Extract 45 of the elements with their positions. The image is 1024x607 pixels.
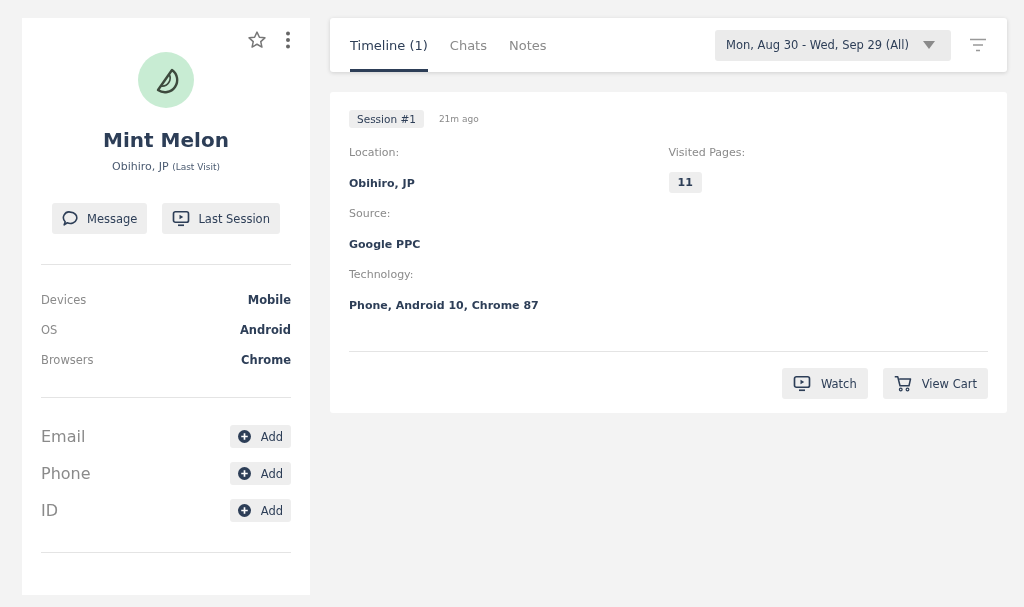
field-label: Visited Pages: — [668, 146, 747, 160]
tab[interactable]: Notes — [509, 18, 547, 72]
attribute-label: OS — [41, 323, 58, 337]
filter-icon[interactable] — [969, 38, 987, 52]
star-icon[interactable] — [247, 30, 267, 50]
session-time: 21m ago — [438, 114, 479, 124]
visited-pages-count: 11 — [668, 172, 702, 193]
add-button[interactable]: Add — [229, 425, 291, 448]
message-button[interactable]: Message — [52, 203, 148, 234]
date-range-dropdown[interactable]: Mon, Aug 30 - Wed, Sep 29 (All) — [715, 29, 951, 61]
session-badge: Session #1 — [349, 110, 424, 128]
attribute-value: Android — [239, 323, 291, 337]
field-value: Obihiro, JP — [349, 177, 416, 191]
field-value: Phone, Android 10, Chrome 87 — [349, 299, 540, 313]
video-screen-icon — [172, 210, 191, 227]
field-label: Location: — [349, 146, 401, 160]
caret-down-icon — [923, 41, 935, 49]
view-cart-button[interactable]: View Cart — [882, 368, 988, 399]
last-session-button[interactable]: Last Session — [162, 203, 280, 234]
video-screen-icon — [792, 375, 811, 392]
field-label: Source: — [349, 207, 392, 221]
attribute-label: Browsers — [41, 353, 94, 367]
add-button[interactable]: Add — [229, 499, 291, 522]
contact-label: Phone — [41, 464, 91, 483]
plus-circle-icon — [237, 467, 251, 480]
field-value: Google PPC — [349, 238, 422, 252]
attribute-value: Chrome — [241, 353, 291, 367]
tab[interactable]: Timeline (1) — [350, 18, 428, 72]
contact-label: ID — [41, 501, 59, 520]
cart-icon — [893, 375, 912, 392]
contact-label: Email — [41, 427, 86, 446]
attribute-value: Mobile — [247, 293, 291, 307]
add-button[interactable]: Add — [229, 462, 291, 485]
field-label: Technology: — [349, 268, 415, 282]
plus-circle-icon — [237, 430, 251, 443]
attribute-label: Devices — [41, 293, 87, 307]
chat-bubble-icon — [62, 210, 80, 227]
tab[interactable]: Chats — [449, 18, 487, 72]
more-icon[interactable] — [285, 31, 291, 49]
plus-circle-icon — [237, 504, 251, 517]
profile-name: Mint Melon — [102, 128, 230, 152]
last-visit-note: (Last Visit) — [172, 162, 220, 172]
profile-location: Obihiro, JP — [112, 160, 169, 173]
watch-button[interactable]: Watch — [781, 368, 868, 399]
melon-slice-avatar-icon — [138, 52, 194, 108]
